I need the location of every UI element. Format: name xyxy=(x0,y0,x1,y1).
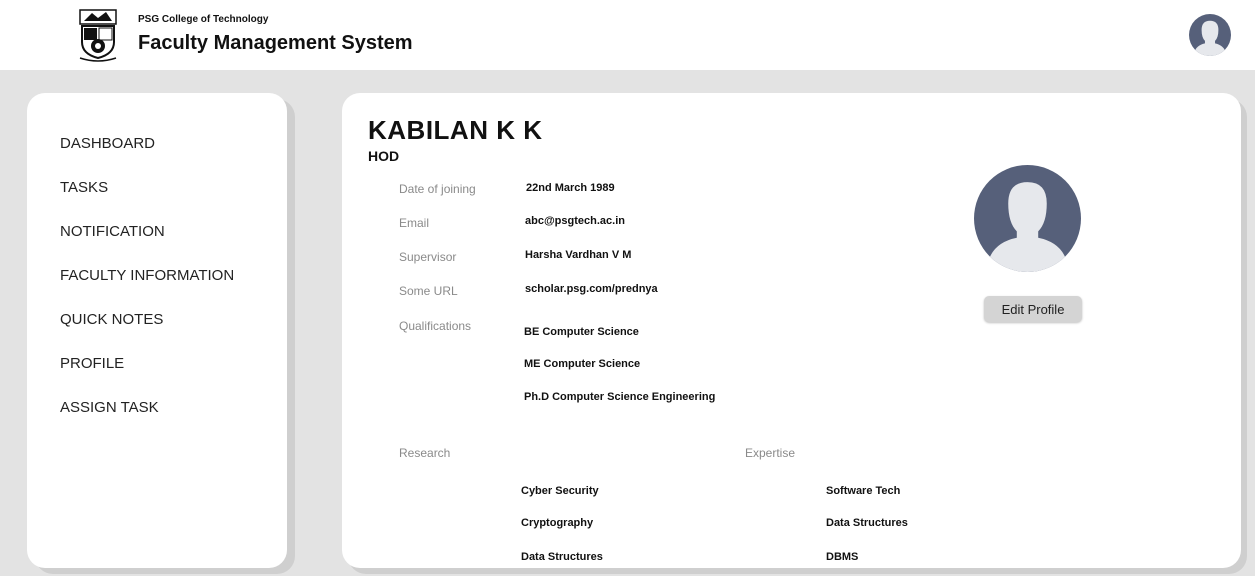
sidebar-item-notification[interactable]: NOTIFICATION xyxy=(60,223,165,240)
url-label: Some URL xyxy=(399,284,458,298)
email-value: abc@psgtech.ac.in xyxy=(525,215,625,227)
research-item: Data Structures xyxy=(521,551,603,563)
research-item: Cyber Security xyxy=(521,485,599,497)
date-of-joining-label: Date of joining xyxy=(399,182,476,196)
qualification-item: BE Computer Science xyxy=(524,326,639,338)
faculty-role: HOD xyxy=(368,148,400,164)
app-header: PSG College of Technology Faculty Manage… xyxy=(0,0,1255,70)
sidebar-item-assign-task[interactable]: ASSIGN TASK xyxy=(60,399,159,416)
edit-profile-button[interactable]: Edit Profile xyxy=(984,296,1082,322)
expertise-item: Software Tech xyxy=(826,485,901,497)
qualification-item: Ph.D Computer Science Engineering xyxy=(524,391,716,403)
research-label: Research xyxy=(399,446,451,460)
date-of-joining-value: 22nd March 1989 xyxy=(526,182,615,194)
app-title: Faculty Management System xyxy=(138,32,413,54)
profile-picture xyxy=(974,165,1081,272)
expertise-item: Data Structures xyxy=(826,517,908,529)
supervisor-value: Harsha Vardhan V M xyxy=(525,249,632,261)
user-icon xyxy=(1194,20,1226,56)
user-icon xyxy=(988,182,1067,272)
sidebar-item-tasks[interactable]: TASKS xyxy=(60,179,108,196)
sidebar-item-faculty-information[interactable]: FACULTY INFORMATION xyxy=(60,267,234,284)
research-item: Cryptography xyxy=(521,517,594,529)
email-label: Email xyxy=(399,216,430,230)
qualifications-label: Qualifications xyxy=(399,319,472,333)
sidebar: DASHBOARD TASKS NOTIFICATION FACULTY INF… xyxy=(27,93,287,568)
user-avatar[interactable] xyxy=(1189,14,1231,56)
profile-card: KABILAN K K HOD Date of joining 22nd Mar… xyxy=(342,93,1241,568)
qualification-item: ME Computer Science xyxy=(524,358,641,370)
sidebar-item-quick-notes[interactable]: QUICK NOTES xyxy=(60,311,163,328)
sidebar-item-dashboard[interactable]: DASHBOARD xyxy=(60,135,155,152)
expertise-item: DBMS xyxy=(826,551,859,563)
sidebar-item-profile[interactable]: PROFILE xyxy=(60,355,124,372)
college-name: PSG College of Technology xyxy=(138,14,269,25)
expertise-label: Expertise xyxy=(745,446,796,460)
faculty-name: KABILAN K K xyxy=(368,115,543,145)
url-value: scholar.psg.com/prednya xyxy=(525,283,658,295)
supervisor-label: Supervisor xyxy=(399,250,457,264)
college-logo-icon xyxy=(79,9,117,62)
